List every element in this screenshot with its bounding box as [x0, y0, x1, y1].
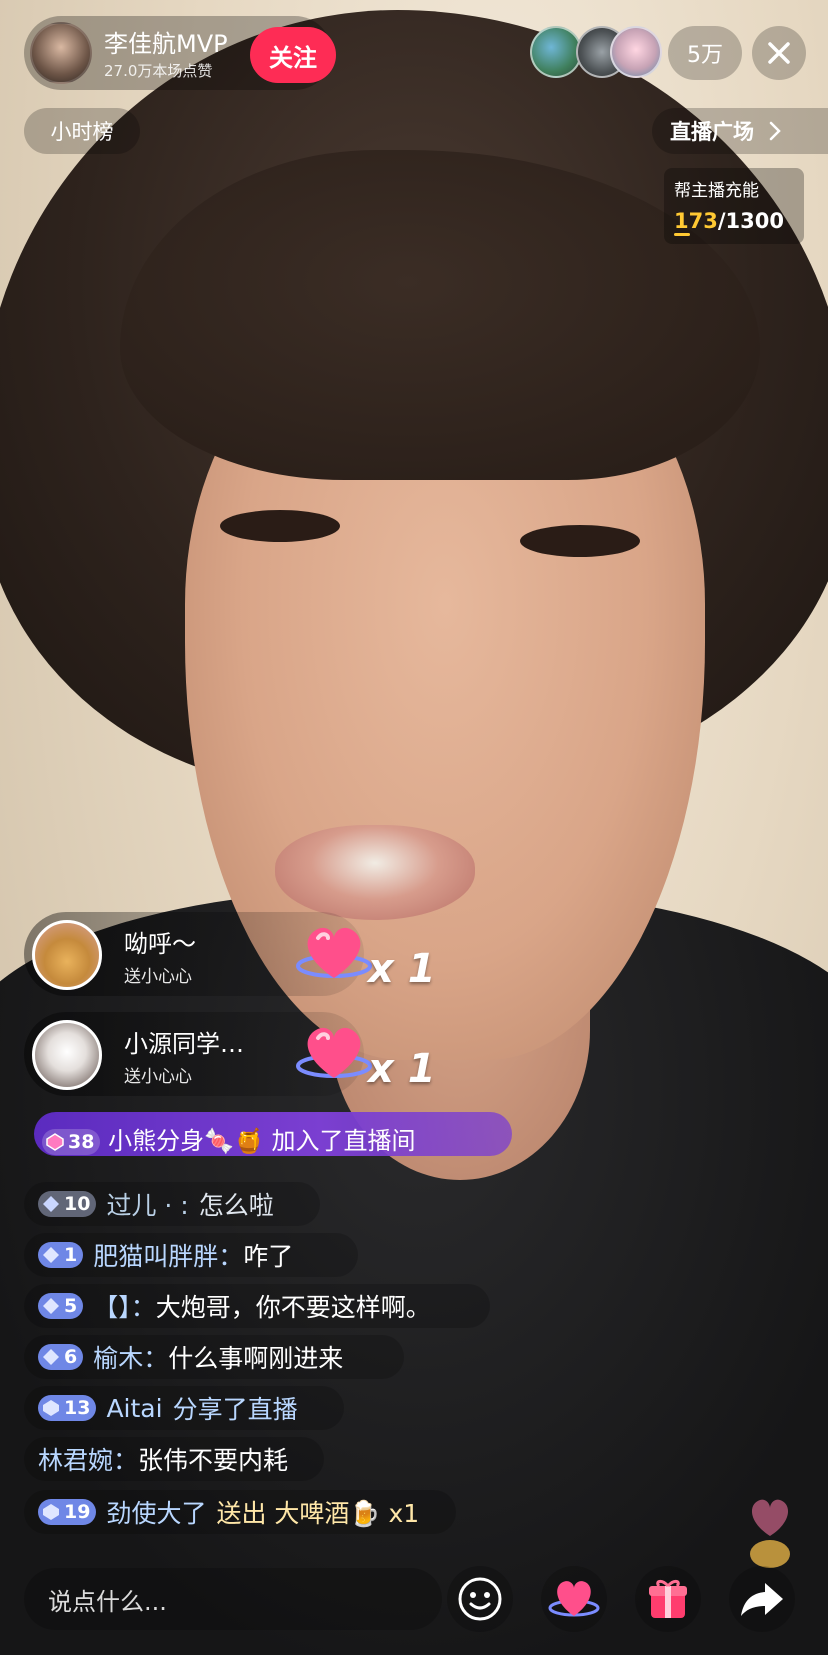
chat-text: 大炮哥，你不要这样啊。 [155, 1293, 431, 1322]
gift-combo-count: x 1 [368, 946, 436, 992]
energy-current: 173 [674, 209, 718, 233]
chat-text: 咋了 [243, 1242, 294, 1271]
level-badge: 1 [38, 1242, 84, 1268]
floating-heart-icon [750, 1499, 790, 1568]
energy-label: 帮主播充能 [674, 181, 759, 201]
level-gem-icon [46, 1133, 64, 1151]
chat-user-name[interactable]: 肥猫叫胖胖： [93, 1237, 243, 1273]
viewer-count[interactable]: 5万 [668, 26, 742, 80]
chat-user-name[interactable]: 林君婉： [38, 1441, 138, 1477]
viewer-avatar[interactable] [530, 26, 582, 78]
chat-message[interactable]: 1 肥猫叫胖胖： 咋了 [24, 1233, 358, 1277]
chat-text: 分享了直播 [172, 1395, 298, 1424]
gift-sender-name: 呦呼～ [124, 930, 196, 958]
level-badge: 5 [38, 1293, 84, 1319]
gift-sender-avatar[interactable] [32, 1020, 102, 1090]
level-number: 10 [64, 1193, 91, 1215]
join-text: 加入了直播间 [271, 1127, 416, 1155]
close-icon [768, 42, 790, 64]
gift-sender-name: 小源同学… [124, 1030, 244, 1058]
viewer-avatar[interactable] [610, 26, 662, 78]
host-name: 李佳航MVP [104, 30, 228, 58]
level-number: 19 [64, 1501, 91, 1523]
energy-panel[interactable]: 帮主播充能 173/1300 [664, 168, 804, 244]
level-gem-icon [43, 1504, 59, 1520]
level-number: 5 [64, 1295, 78, 1317]
chat-user-name[interactable]: 劲使大了 [106, 1494, 206, 1530]
chat-message[interactable]: 10 过儿 · : 怎么啦 [24, 1182, 320, 1226]
level-number: 1 [64, 1244, 78, 1266]
energy-progress-bar [674, 233, 690, 236]
gift-combo-count: x 1 [368, 1046, 436, 1092]
streamer-mouth [275, 825, 475, 920]
gift-card[interactable]: 呦呼～ 送小心心 [24, 912, 372, 996]
chevron-right-icon [769, 121, 781, 141]
follow-button[interactable]: 关注 [250, 27, 336, 83]
level-badge: 6 [38, 1344, 84, 1370]
chat-user-name[interactable]: 过儿 · : [106, 1186, 188, 1222]
share-button[interactable] [729, 1566, 795, 1632]
gift-action: 送小心心 [124, 967, 192, 987]
chat-user-name[interactable]: 【】： [93, 1288, 156, 1324]
level-gem-icon [43, 1196, 59, 1212]
heart-gift-icon [296, 1027, 372, 1078]
energy-separator: / [717, 209, 726, 233]
level-gem-icon [43, 1298, 59, 1314]
heart-gift-button[interactable] [541, 1566, 607, 1632]
chat-text: 张伟不要内耗 [138, 1446, 289, 1475]
level-badge: 10 [38, 1191, 97, 1217]
emoji-button[interactable] [447, 1566, 513, 1632]
gift-box-button[interactable] [635, 1566, 701, 1632]
join-banner[interactable]: 38 小熊分身🍬🍯 加入了直播间 [34, 1112, 512, 1156]
chat-text: 怎么啦 [198, 1191, 274, 1220]
heart-gift-icon [296, 927, 372, 978]
join-content: 38 小熊分身🍬🍯 加入了直播间 [42, 1121, 416, 1156]
chat-text: 送出 大啤酒🍺 x1 [216, 1499, 420, 1528]
close-button[interactable] [752, 26, 806, 80]
comment-input[interactable]: 说点什么... [24, 1568, 442, 1630]
host-likes: 27.0万本场点赞 [104, 62, 213, 80]
chat-user-name[interactable]: 榆木： [93, 1339, 168, 1375]
energy-total: 1300 [725, 209, 784, 233]
level-gem-icon [43, 1400, 59, 1416]
level-gem-icon [43, 1349, 59, 1365]
chat-message[interactable]: 13 Aitai 分享了直播 [24, 1386, 344, 1430]
level-badge: 13 [38, 1395, 97, 1421]
streamer-left-eye [220, 510, 340, 542]
live-plaza-label: 直播广场 [670, 120, 754, 144]
heart-icon [548, 1581, 600, 1617]
level-number: 6 [64, 1346, 78, 1368]
hour-rank-button[interactable]: 小时榜 [24, 108, 140, 154]
gift-box-icon [649, 1579, 687, 1618]
level-number: 38 [68, 1131, 95, 1153]
gift-sender-avatar[interactable] [32, 920, 102, 990]
chat-message[interactable]: 6 榆木： 什么事啊刚进来 [24, 1335, 404, 1379]
level-badge: 19 [38, 1499, 97, 1525]
chat-text: 什么事啊刚进来 [168, 1344, 344, 1373]
share-arrow-icon [741, 1583, 783, 1616]
level-number: 13 [64, 1397, 91, 1419]
host-avatar[interactable] [30, 22, 92, 84]
gift-card[interactable]: 小源同学… 送小心心 [24, 1012, 372, 1096]
streamer-right-eye [520, 525, 640, 557]
live-plaza-button[interactable]: 直播广场 [652, 108, 828, 154]
chat-message[interactable]: 19 劲使大了 送出 大啤酒🍺 x1 [24, 1490, 456, 1534]
level-badge: 38 [42, 1129, 101, 1155]
join-user: 小熊分身🍬🍯 [108, 1127, 264, 1155]
emoji-icon [458, 1577, 502, 1621]
gift-action: 送小心心 [124, 1067, 192, 1087]
chat-user-name[interactable]: Aitai [106, 1394, 162, 1423]
chat-message[interactable]: 林君婉： 张伟不要内耗 [24, 1437, 324, 1481]
energy-progress-text: 173/1300 [674, 209, 794, 233]
level-gem-icon [43, 1247, 59, 1263]
chat-message[interactable]: 5 【】： 大炮哥，你不要这样啊。 [24, 1284, 490, 1328]
